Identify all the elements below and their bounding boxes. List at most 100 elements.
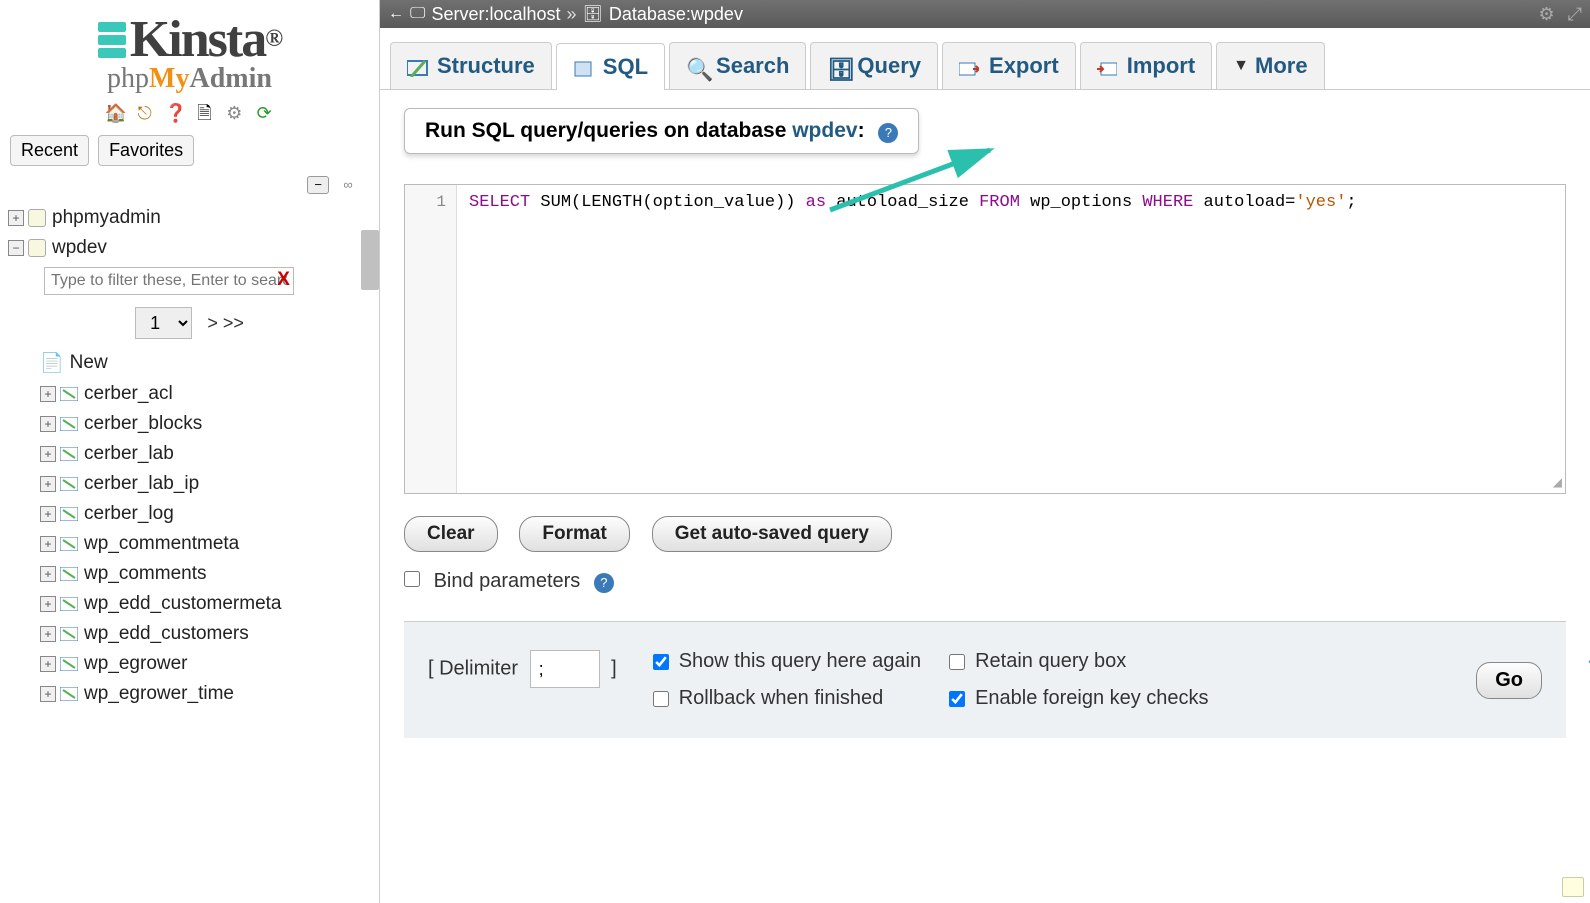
collapse-icon[interactable]: − — [8, 240, 24, 256]
help-icon[interactable]: ? — [878, 123, 898, 143]
expand-icon[interactable]: + — [40, 416, 56, 432]
sidebar-nav-buttons: Recent Favorites — [0, 129, 379, 172]
gear-icon[interactable]: ⚙ — [1538, 4, 1554, 24]
home-icon[interactable]: 🏠 — [105, 103, 125, 123]
server-name[interactable]: localhost — [489, 4, 560, 25]
database-icon — [28, 209, 46, 227]
retain-checkbox[interactable] — [949, 654, 965, 670]
expand-icon[interactable]: + — [40, 506, 56, 522]
tab-query[interactable]: 🗄Query — [810, 42, 938, 89]
table-row[interactable]: + cerber_lab — [40, 439, 371, 469]
delimiter-input[interactable] — [530, 650, 600, 688]
logo-area: Kinsta® phpMyAdmin 🏠 ⎋ ❓ 🗎 ⚙ ⟳ — [0, 0, 379, 129]
tab-export[interactable]: Export — [942, 42, 1076, 89]
settings-icon[interactable]: ⚙ — [224, 103, 244, 123]
tab-import[interactable]: Import — [1080, 42, 1212, 89]
collapse-icon[interactable]: − — [307, 176, 329, 194]
exit-icon[interactable]: ⎋ — [135, 103, 155, 123]
rollback-checkbox[interactable] — [653, 691, 669, 707]
page-select[interactable]: 1 — [135, 307, 192, 339]
table-icon — [60, 593, 78, 615]
table-row[interactable]: +cerber_lab_ip — [40, 469, 371, 499]
expand-icon[interactable]: + — [40, 596, 56, 612]
tree-item-phpmyadmin[interactable]: + phpmyadmin — [8, 203, 371, 233]
table-row[interactable]: + cerber_log — [40, 499, 371, 529]
tree-item-wpdev[interactable]: − wpdev — [8, 233, 371, 263]
expand-icon[interactable]: ⤢ — [1568, 4, 1582, 24]
show-query-label[interactable]: Show this query here again — [653, 650, 921, 673]
favorites-button[interactable]: Favorites — [98, 135, 194, 166]
tab-search[interactable]: 🔍Search — [669, 42, 806, 89]
server-icon: 🖵 — [410, 5, 425, 23]
go-button[interactable]: Go — [1476, 662, 1542, 699]
clear-button[interactable]: Clear — [404, 516, 498, 552]
console-tab-icon[interactable] — [1562, 877, 1584, 897]
db-tree: + phpmyadmin − wpdev X 1 > >> 📄 New +cer… — [0, 199, 379, 709]
annotation-arrow-2 — [1580, 650, 1590, 800]
tree-label: cerber_lab — [84, 443, 174, 465]
query-title-box: Run SQL query/queries on database wpdev:… — [404, 108, 919, 154]
fk-checkbox[interactable] — [949, 691, 965, 707]
code-area[interactable]: SELECT SUM(LENGTH(option_value)) as auto… — [457, 185, 1565, 493]
db-label: Database: — [609, 4, 691, 25]
breadcrumb-sep: » — [567, 4, 577, 25]
recent-button[interactable]: Recent — [10, 135, 89, 166]
db-name[interactable]: wpdev — [691, 4, 743, 25]
editor-buttons: Clear Format Get auto-saved query — [404, 516, 1566, 552]
table-row[interactable]: +wp_commentmeta — [40, 529, 371, 559]
scrollbar[interactable] — [361, 230, 379, 290]
table-icon — [60, 503, 78, 525]
bind-params-label[interactable]: Bind parameters — [404, 570, 580, 592]
link-icon[interactable]: ∞ — [337, 177, 359, 195]
tab-label: Import — [1127, 53, 1195, 79]
table-row[interactable]: +wp_egrower_time — [40, 679, 371, 709]
table-row[interactable]: +cerber_acl — [40, 379, 371, 409]
table-row[interactable]: +wp_egrower — [40, 649, 371, 679]
resize-handle-icon[interactable]: ◢ — [1553, 475, 1562, 490]
retain-label[interactable]: Retain query box — [949, 650, 1208, 673]
expand-icon[interactable]: + — [40, 566, 56, 582]
expand-icon[interactable]: + — [40, 386, 56, 402]
filter-clear-icon[interactable]: X — [277, 269, 290, 290]
back-icon[interactable]: ← — [388, 5, 404, 23]
help-icon[interactable]: ❓ — [165, 103, 185, 123]
sidebar-toolbar: 🏠 ⎋ ❓ 🗎 ⚙ ⟳ — [0, 101, 379, 123]
tree-label: wp_edd_customers — [84, 623, 249, 645]
expand-icon[interactable]: + — [40, 656, 56, 672]
show-query-checkbox[interactable] — [653, 654, 669, 670]
expand-icon[interactable]: + — [40, 476, 56, 492]
reload-icon[interactable]: ⟳ — [254, 103, 274, 123]
tree-item-new[interactable]: 📄 New — [40, 347, 371, 379]
database-icon — [28, 239, 46, 257]
page-selector-row: 1 > >> — [8, 307, 371, 339]
table-row[interactable]: +wp_comments — [40, 559, 371, 589]
rollback-label[interactable]: Rollback when finished — [653, 687, 921, 710]
table-row[interactable]: + cerber_blocks — [40, 409, 371, 439]
tree-label: cerber_log — [84, 503, 174, 525]
tab-sql[interactable]: SQL — [556, 43, 665, 90]
help-icon[interactable]: ? — [594, 573, 614, 593]
kinsta-logo: Kinsta® — [0, 10, 379, 69]
expand-icon[interactable]: + — [40, 686, 56, 702]
page-next[interactable]: > >> — [207, 313, 244, 333]
chevron-down-icon: ▼ — [1233, 57, 1249, 75]
tab-structure[interactable]: Structure — [390, 42, 552, 89]
format-button[interactable]: Format — [519, 516, 629, 552]
table-row[interactable]: + wp_edd_customers — [40, 619, 371, 649]
expand-icon[interactable]: + — [40, 446, 56, 462]
table-row[interactable]: + wp_edd_customermeta — [40, 589, 371, 619]
autosaved-button[interactable]: Get auto-saved query — [652, 516, 892, 552]
docs-icon[interactable]: 🗎 — [194, 101, 214, 121]
bind-params-checkbox[interactable] — [404, 571, 420, 587]
expand-icon[interactable]: + — [40, 536, 56, 552]
sql-icon — [573, 58, 595, 76]
tab-more[interactable]: ▼More — [1216, 42, 1324, 89]
sql-editor[interactable]: 1 SELECT SUM(LENGTH(option_value)) as au… — [404, 184, 1566, 494]
tree-label: wp_edd_customermeta — [84, 593, 282, 615]
expand-icon[interactable]: + — [8, 210, 24, 226]
table-icon — [60, 683, 78, 705]
filter-input[interactable] — [44, 267, 294, 295]
fk-label[interactable]: Enable foreign key checks — [949, 687, 1208, 710]
expand-icon[interactable]: + — [40, 626, 56, 642]
tree-label: cerber_blocks — [84, 413, 202, 435]
